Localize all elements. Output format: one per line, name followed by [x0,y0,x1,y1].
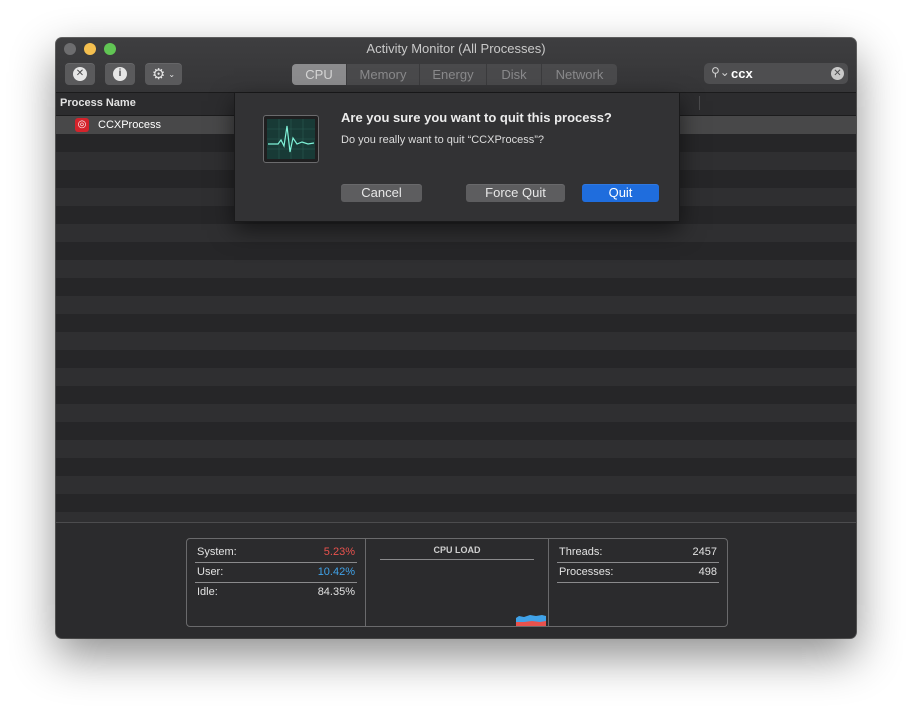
table-row-empty [56,314,856,332]
gear-icon: ⚙ [151,65,166,83]
activity-monitor-window: Activity Monitor (All Processes) ✕ i ⚙ ⌄… [56,38,856,638]
table-row-empty [56,242,856,260]
clear-search-icon[interactable]: ✕ [831,67,844,80]
table-row-empty [56,350,856,368]
table-row-empty [56,386,856,404]
search-input[interactable] [731,66,821,81]
force-quit-button[interactable]: Force Quit [466,184,565,202]
dialog-message: Do you really want to quit “CCXProcess”? [341,134,544,146]
cancel-button[interactable]: Cancel [341,184,422,202]
stats-footer: System: 5.23% User: 10.42% Idle: 84.35% … [56,522,856,638]
column-divider[interactable] [699,96,700,110]
table-row-empty [56,458,856,476]
stats-box: System: 5.23% User: 10.42% Idle: 84.35% … [186,538,728,627]
inspect-process-button[interactable]: i [105,63,135,85]
system-label: System: [197,546,237,558]
threads-stat: Threads: 2457 [557,543,719,563]
title-bar: Activity Monitor (All Processes) ✕ i ⚙ ⌄… [56,38,856,93]
processes-label: Processes: [559,566,614,578]
processes-stat: Processes: 498 [557,563,719,583]
tab-network[interactable]: Network [541,64,617,85]
idle-value: 84.35% [317,586,355,598]
threads-panel: Threads: 2457 Processes: 498 [549,539,727,626]
threads-label: Threads: [559,546,603,558]
user-stat: User: 10.42% [195,563,357,583]
table-row-empty [56,260,856,278]
tab-cpu[interactable]: CPU [292,64,346,85]
tab-memory[interactable]: Memory [346,64,419,85]
cpu-load-graph [516,615,546,626]
chevron-down-icon: ⌄ [168,69,176,79]
stop-icon: ✕ [73,67,87,81]
activity-monitor-icon [263,115,319,163]
idle-stat: Idle: 84.35% [195,583,357,602]
threads-value: 2457 [692,546,717,558]
table-row-empty [56,368,856,386]
tab-energy[interactable]: Energy [419,64,486,85]
cpu-usage-panel: System: 5.23% User: 10.42% Idle: 84.35% [187,539,366,626]
user-value: 10.42% [317,566,355,578]
stop-process-button[interactable]: ✕ [65,63,95,85]
creative-cloud-icon: ◎ [75,118,89,132]
search-field[interactable]: ⚲⌄ ✕ [704,63,848,84]
table-row-empty [56,224,856,242]
table-row-empty [56,278,856,296]
table-row-empty [56,476,856,494]
table-row-empty [56,440,856,458]
idle-label: Idle: [197,586,218,598]
quit-button[interactable]: Quit [582,184,659,202]
table-row-empty [56,332,856,350]
user-label: User: [197,566,224,578]
system-stat: System: 5.23% [195,543,357,563]
quit-process-dialog: Are you sure you want to quit this proce… [234,93,680,222]
cpu-load-title: CPU LOAD [380,545,534,560]
cpu-load-panel: CPU LOAD [366,539,549,626]
table-row-empty [56,296,856,314]
column-header-process-name[interactable]: Process Name [60,97,136,109]
table-row-empty [56,494,856,512]
search-icon[interactable]: ⚲⌄ [711,65,730,79]
table-row-empty [56,404,856,422]
system-value: 5.23% [323,546,355,558]
process-name-cell: CCXProcess [98,119,161,131]
tab-disk[interactable]: Disk [486,64,541,85]
window-title: Activity Monitor (All Processes) [366,41,546,56]
action-menu-button[interactable]: ⚙ ⌄ [145,63,182,85]
view-tabs: CPU Memory Energy Disk Network [292,64,617,85]
processes-value: 498 [698,566,717,578]
info-icon: i [113,67,127,81]
dialog-title: Are you sure you want to quit this proce… [341,110,612,125]
table-row-empty [56,422,856,440]
